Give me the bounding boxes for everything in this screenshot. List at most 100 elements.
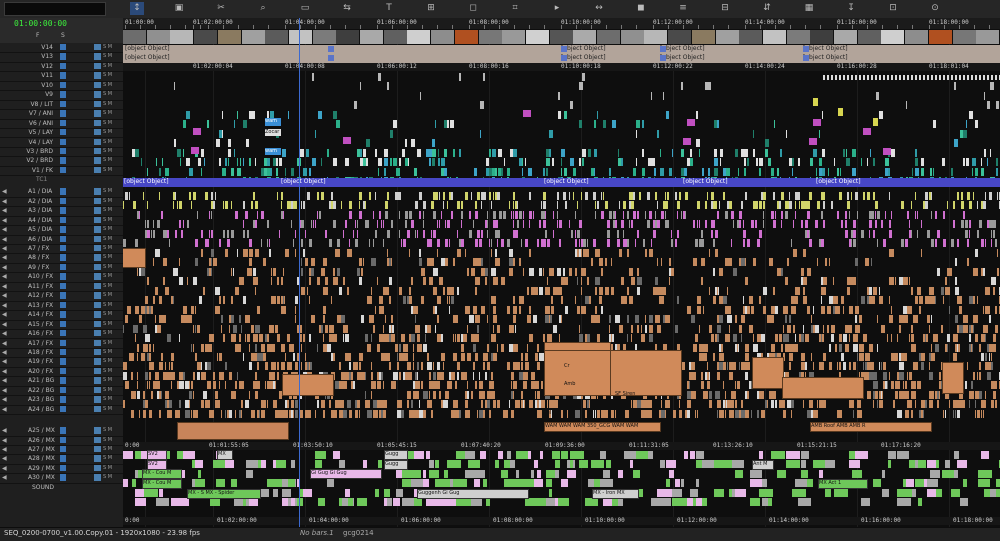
audio-clip[interactable] <box>529 334 533 343</box>
audio-clip[interactable] <box>979 371 981 380</box>
audio-clip[interactable] <box>991 362 993 371</box>
track-patch[interactable] <box>60 455 66 462</box>
audio-clip[interactable] <box>967 362 968 371</box>
audio-clip[interactable] <box>661 210 664 219</box>
audio-clip[interactable] <box>993 220 996 229</box>
audio-clip[interactable] <box>793 324 795 333</box>
audio-clip[interactable] <box>969 390 974 399</box>
video-clip[interactable] <box>923 75 925 80</box>
audio-clip[interactable] <box>605 286 609 295</box>
audio-clip[interactable] <box>917 362 918 371</box>
video-clip[interactable] <box>876 91 879 100</box>
audio-clip[interactable] <box>203 390 207 399</box>
audio-clip[interactable] <box>453 400 458 409</box>
music-clip[interactable] <box>273 488 278 497</box>
wam-row-clip[interactable]: WAM WAM WAM 350_GCG WAM WAM <box>544 422 661 432</box>
audio-clip[interactable] <box>271 277 272 286</box>
audio-clip[interactable] <box>925 192 928 200</box>
fx-block[interactable] <box>123 248 146 268</box>
audio-clip[interactable] <box>587 239 588 248</box>
speaker-icon[interactable]: ◀ <box>2 406 7 413</box>
audio-clip[interactable] <box>867 390 871 399</box>
audio-clip[interactable] <box>801 352 805 361</box>
audio-clip[interactable] <box>989 315 991 324</box>
speaker-icon[interactable]: ◀ <box>2 465 7 472</box>
audio-clip[interactable] <box>845 229 848 238</box>
audio-clip[interactable] <box>495 258 500 267</box>
audio-clip[interactable] <box>131 390 136 399</box>
audio-clip[interactable] <box>243 201 245 210</box>
audio-clip[interactable] <box>847 286 850 295</box>
audio-clip[interactable] <box>453 258 455 267</box>
monitor-toggle[interactable] <box>94 216 101 224</box>
audio-clip[interactable] <box>701 277 703 286</box>
audio-clip[interactable] <box>483 362 485 371</box>
audio-clip[interactable] <box>123 371 127 380</box>
audio-clip[interactable] <box>399 286 402 295</box>
video-clip[interactable] <box>243 158 244 167</box>
audio-clip[interactable] <box>773 286 775 295</box>
speaker-icon[interactable]: ◀ <box>2 358 7 365</box>
audio-clip[interactable] <box>767 400 768 409</box>
audio-clip[interactable] <box>193 324 194 333</box>
audio-clip[interactable] <box>849 324 852 333</box>
audio-clip[interactable] <box>431 409 433 418</box>
monitor-toggle[interactable] <box>94 348 101 356</box>
video-clip[interactable] <box>255 158 256 167</box>
audio-clip[interactable] <box>911 409 913 418</box>
audio-clip[interactable] <box>215 192 216 200</box>
audio-clip[interactable] <box>445 220 446 229</box>
audio-clip[interactable] <box>295 305 296 314</box>
audio-clip[interactable] <box>981 400 986 409</box>
music-clip[interactable] <box>528 451 531 459</box>
music-clip[interactable] <box>996 479 1000 488</box>
audio-clip[interactable] <box>611 334 612 343</box>
video-clip[interactable] <box>594 148 597 157</box>
video-clip[interactable] <box>390 129 393 138</box>
music-clip[interactable]: Ant M <box>752 460 774 470</box>
video-clip[interactable] <box>393 158 397 167</box>
audio-clip[interactable] <box>845 343 849 352</box>
music-clip[interactable]: MX - Cou M <box>142 469 182 479</box>
audio-clip[interactable] <box>961 192 963 200</box>
effect-marker[interactable] <box>193 128 201 135</box>
audio-clip[interactable] <box>443 201 444 210</box>
music-clip[interactable] <box>471 451 475 459</box>
music-clip[interactable] <box>954 451 959 459</box>
audio-clip[interactable] <box>665 409 666 418</box>
audio-clip[interactable] <box>771 390 776 399</box>
audio-clip[interactable] <box>833 296 838 305</box>
audio-clip[interactable] <box>469 315 474 324</box>
video-clip[interactable] <box>819 158 822 167</box>
audio-clip[interactable] <box>491 267 496 276</box>
audio-clip[interactable] <box>151 305 153 314</box>
audio-clip[interactable] <box>261 400 266 409</box>
audio-clip[interactable] <box>221 324 222 333</box>
video-clip[interactable] <box>417 148 421 157</box>
speaker-icon[interactable]: ◀ <box>2 254 7 261</box>
audio-clip[interactable] <box>285 352 286 361</box>
audio-clip[interactable] <box>583 239 586 248</box>
audio-clip[interactable] <box>139 210 140 219</box>
audio-clip[interactable] <box>371 334 372 343</box>
video-clip[interactable] <box>486 158 489 167</box>
video-clip[interactable] <box>915 148 917 157</box>
audio-clip[interactable] <box>449 305 450 314</box>
audio-clip[interactable] <box>909 334 910 343</box>
music-clip[interactable]: MX - Cou M <box>142 479 182 489</box>
audio-clip[interactable] <box>545 286 550 295</box>
music-clip[interactable] <box>669 469 674 478</box>
video-clip[interactable] <box>816 167 817 176</box>
audio-clip[interactable] <box>403 343 408 352</box>
audio-clip[interactable] <box>441 334 443 343</box>
fx-block[interactable] <box>942 362 964 394</box>
audio-clip[interactable] <box>893 400 895 409</box>
audio-clip[interactable] <box>657 324 661 333</box>
audio-clip[interactable] <box>385 201 388 210</box>
audio-clip[interactable] <box>225 249 228 257</box>
solo-mute[interactable]: S M <box>103 446 112 452</box>
audio-clip[interactable] <box>203 286 205 295</box>
video-clip[interactable] <box>237 158 238 167</box>
video-clip[interactable] <box>474 167 477 176</box>
video-clip[interactable] <box>393 120 397 129</box>
